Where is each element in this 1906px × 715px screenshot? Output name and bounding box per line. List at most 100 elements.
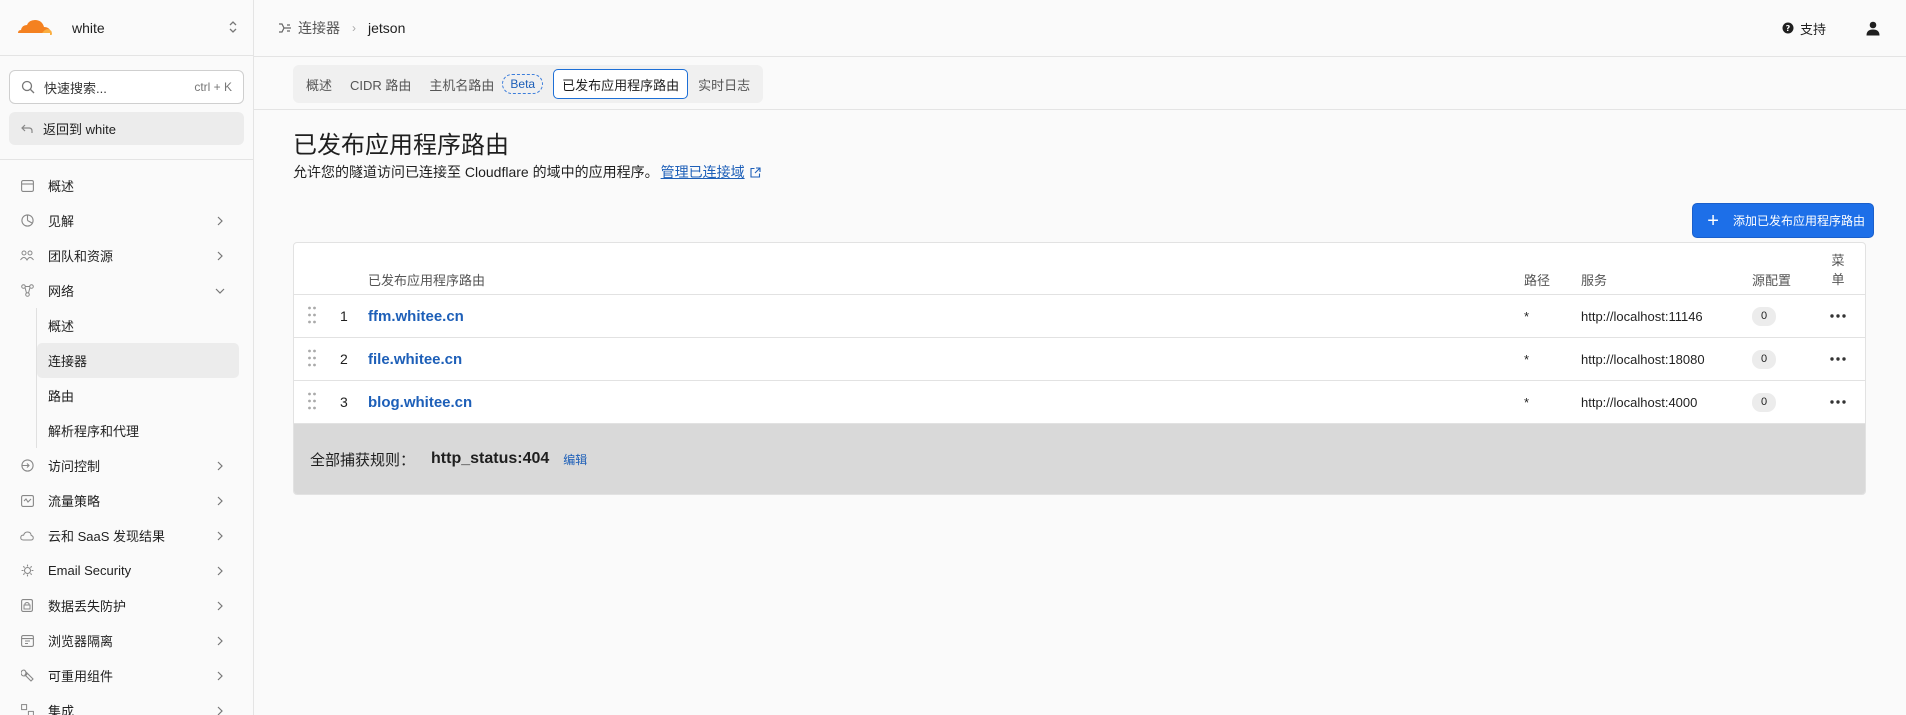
search-icon	[21, 80, 35, 94]
sidebar-item-access[interactable]: 访问控制	[0, 448, 253, 483]
drag-handle-icon[interactable]	[308, 306, 316, 327]
tab-list: 概述 CIDR 路由 主机名路由 Beta 已发布应用程序路由 实时日志	[293, 65, 764, 103]
row-path: *	[1524, 308, 1530, 324]
table-row: 3 blog.whitee.cn * http://localhost:4000…	[294, 381, 1865, 424]
tab-label: 概述	[306, 77, 333, 93]
svg-text:?: ?	[1786, 24, 1791, 33]
row-menu-button[interactable]	[1828, 314, 1848, 318]
quick-search[interactable]: 快速搜索... ctrl + K	[9, 70, 244, 104]
sidebar-subitem-label: 解析程序和代理	[48, 424, 140, 439]
sidebar-item-browser-isolation[interactable]: 浏览器隔离	[0, 623, 253, 658]
chevron-right-icon	[217, 461, 223, 470]
add-button-label: 添加已发布应用程序路由	[1732, 214, 1865, 228]
tab-label: CIDR 路由	[350, 77, 412, 93]
more-horizontal-icon	[1830, 314, 1846, 318]
help-circle-icon: ?	[1782, 22, 1794, 34]
hostname-link[interactable]: file.whitee.cn	[368, 351, 462, 368]
tab-hostname-routes[interactable]: 主机名路由 Beta	[423, 69, 549, 99]
sidebar-item-label: Email Security	[48, 563, 132, 578]
sidebar-subitem-resolvers[interactable]: 解析程序和代理	[37, 413, 239, 448]
sidebar-subitem-label: 连接器	[48, 354, 88, 369]
breadcrumb: 连接器 › jetson	[278, 18, 405, 38]
sidebar-subitem-label: 概述	[48, 319, 75, 334]
catch-all-edit-link[interactable]: 编辑	[563, 451, 587, 468]
catch-all-label: 全部捕获规则：	[310, 451, 416, 469]
row-index: 1	[340, 308, 348, 324]
sidebar-item-reusable-components[interactable]: 可重用组件	[0, 658, 253, 693]
routes-table: 已发布应用程序路由 路径 服务 源配置 菜单 1 ffm.whitee.cn *…	[293, 242, 1866, 495]
sidebar-item-label: 流量策略	[48, 494, 101, 509]
breadcrumb-parent-link[interactable]: 连接器	[298, 18, 340, 38]
account-name: white	[72, 19, 105, 36]
origin-config-badge[interactable]: 0	[1752, 306, 1776, 326]
top-bar: 连接器 › jetson ? 支持	[254, 0, 1906, 57]
sidebar-subitem-overview[interactable]: 概述	[37, 308, 239, 343]
add-published-route-button[interactable]: + 添加已发布应用程序路由	[1692, 203, 1874, 238]
row-path: *	[1524, 394, 1530, 410]
row-path: *	[1524, 351, 1530, 367]
email-icon	[20, 564, 34, 578]
tab-live-logs[interactable]: 实时日志	[692, 69, 756, 99]
breadcrumb-current: jetson	[368, 20, 406, 36]
chevron-right-icon	[217, 251, 223, 260]
back-to-account-button[interactable]: 返回到 white	[9, 112, 244, 145]
tabs-bar: 概述 CIDR 路由 主机名路由 Beta 已发布应用程序路由 实时日志	[254, 57, 1906, 110]
account-switcher[interactable]: white	[0, 0, 253, 56]
support-button[interactable]: ? 支持	[1782, 19, 1826, 38]
catch-all-value: http_status:404	[431, 450, 550, 467]
row-menu-button[interactable]	[1828, 400, 1848, 404]
table-row: 1 ffm.whitee.cn * http://localhost:11146…	[294, 295, 1865, 338]
sidebar-item-team[interactable]: 团队和资源	[0, 238, 253, 273]
breadcrumb-separator-icon: ›	[352, 21, 356, 35]
origin-config-badge[interactable]: 0	[1752, 349, 1776, 369]
sidebar-item-cloud-saas[interactable]: 云和 SaaS 发现结果	[0, 518, 253, 553]
sidebar-subitem-label: 路由	[48, 389, 75, 404]
origin-config-badge-wrap: 0	[1752, 349, 1776, 369]
origin-config-badge-wrap: 0	[1752, 306, 1776, 326]
sidebar-subitem-connectors[interactable]: 连接器	[37, 343, 239, 378]
components-icon	[20, 669, 34, 683]
network-icon	[20, 284, 34, 298]
chevron-right-icon	[217, 216, 223, 225]
sidebar-item-label: 访问控制	[48, 459, 101, 474]
sidebar-item-email-security[interactable]: Email Security	[0, 553, 253, 588]
header-service: 服务	[1581, 273, 1608, 288]
drag-handle-icon[interactable]	[308, 349, 316, 370]
app-root: white 快速搜索... ctrl + K 返回到 white 概述 见解 团…	[0, 0, 1906, 715]
row-menu-button[interactable]	[1828, 357, 1848, 361]
sidebar: white 快速搜索... ctrl + K 返回到 white 概述 见解 团…	[0, 0, 254, 715]
search-shortcut: ctrl + K	[194, 80, 232, 94]
hostname-link[interactable]: blog.whitee.cn	[368, 394, 472, 411]
tab-cidr-routes[interactable]: CIDR 路由	[344, 69, 417, 99]
sidebar-subitem-routes[interactable]: 路由	[37, 378, 239, 413]
tab-published-app-routes[interactable]: 已发布应用程序路由	[553, 69, 689, 99]
page-description: 允许您的隧道访问已连接至 Cloudflare 的域中的应用程序。 管理已连接域	[293, 162, 1874, 182]
tab-label: 主机名路由	[429, 77, 495, 93]
header-origin: 源配置	[1752, 273, 1792, 288]
more-horizontal-icon	[1830, 357, 1846, 361]
more-horizontal-icon	[1830, 400, 1846, 404]
access-icon	[20, 459, 34, 473]
sidebar-item-network[interactable]: 网络	[0, 273, 253, 308]
user-menu-button[interactable]	[1864, 19, 1882, 37]
connector-icon	[279, 23, 291, 33]
hostname-link[interactable]: ffm.whitee.cn	[368, 308, 464, 325]
row-index: 3	[340, 394, 348, 410]
tab-overview[interactable]: 概述	[300, 69, 338, 99]
sidebar-item-label: 网络	[48, 284, 75, 299]
tab-label: 已发布应用程序路由	[562, 77, 680, 93]
sidebar-item-overview[interactable]: 概述	[0, 168, 253, 203]
sidebar-item-insights[interactable]: 见解	[0, 203, 253, 238]
sidebar-item-integrations[interactable]: 集成	[0, 693, 253, 715]
header-path: 路径	[1524, 273, 1551, 288]
sidebar-item-label: 团队和资源	[48, 249, 114, 264]
origin-config-badge[interactable]: 0	[1752, 392, 1776, 412]
drag-handle-icon[interactable]	[308, 392, 316, 413]
sidebar-item-traffic[interactable]: 流量策略	[0, 483, 253, 518]
sidebar-item-label: 可重用组件	[48, 669, 114, 684]
external-link-icon	[750, 166, 761, 178]
manage-domains-link[interactable]: 管理已连接域	[661, 162, 745, 182]
sidebar-item-dlp[interactable]: 数据丢失防护	[0, 588, 253, 623]
plus-icon: +	[1707, 209, 1719, 232]
insights-icon	[20, 214, 34, 228]
